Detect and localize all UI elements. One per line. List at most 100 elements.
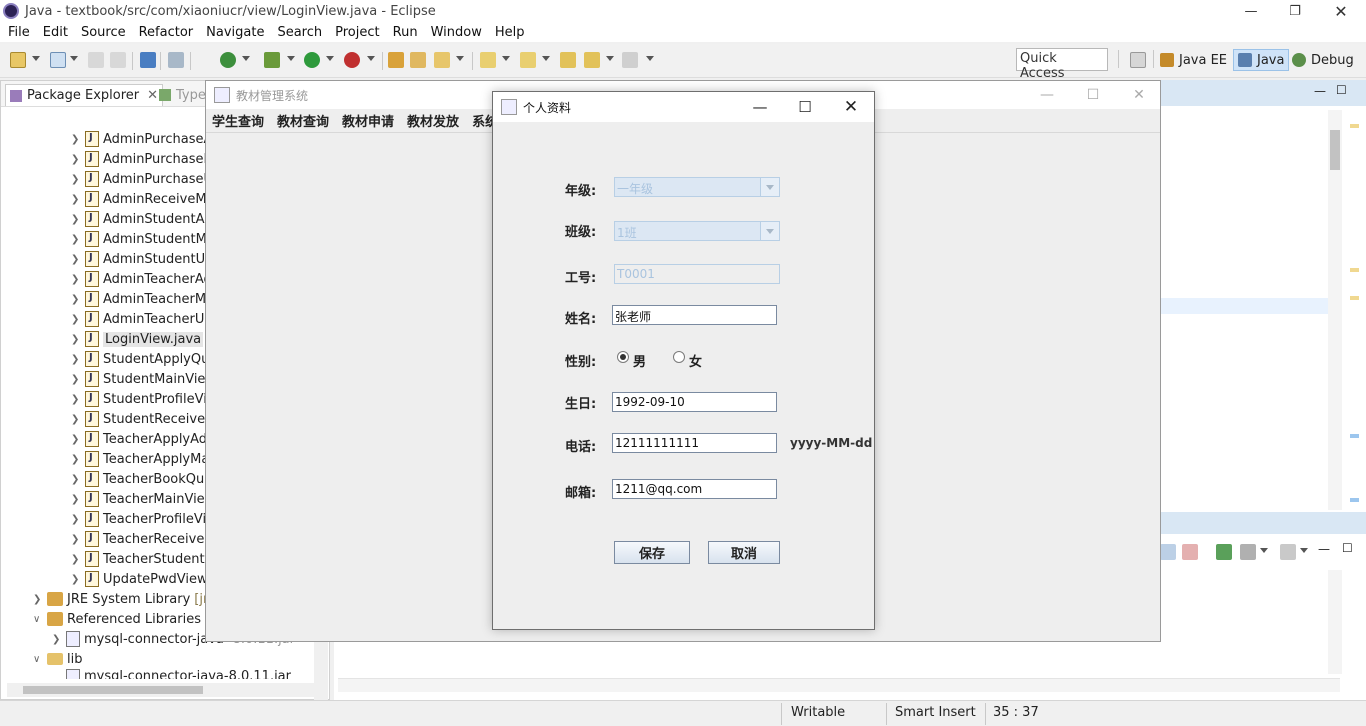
tree-item-jre[interactable]: ❯JRE System Library[jre1 [33, 589, 224, 609]
new-dropdown-icon[interactable] [32, 56, 40, 61]
external-tools-icon[interactable] [344, 52, 360, 68]
chevron-down-icon[interactable] [760, 178, 779, 196]
menu-window[interactable]: Window [426, 25, 487, 40]
chevron-down-icon[interactable] [502, 56, 510, 61]
tree-item[interactable]: ❯ TeacherProfileVie [71, 509, 214, 529]
chevron-right-icon[interactable]: ❯ [71, 294, 83, 305]
menu-book-apply[interactable]: 教材申请 [342, 111, 394, 130]
chevron-down-icon[interactable] [287, 56, 295, 61]
open-folder-icon[interactable] [410, 52, 426, 68]
new-project-icon[interactable] [50, 52, 66, 68]
warning-marker[interactable] [1350, 268, 1359, 272]
forward-icon[interactable] [622, 52, 638, 68]
close-button[interactable]: ✕ [1318, 0, 1364, 22]
chevron-down-icon[interactable] [367, 56, 375, 61]
tree-item[interactable]: ❯ TeacherStudentM [71, 549, 216, 569]
console-icon[interactable] [140, 52, 156, 68]
save-icon[interactable] [88, 52, 104, 68]
pin-console-icon[interactable] [1216, 544, 1232, 560]
tree-item[interactable]: ❯ StudentApplyQue [71, 349, 217, 369]
remove-launch-icon[interactable] [1182, 544, 1198, 560]
tree-item[interactable]: ❯ StudentProfileVie [71, 389, 215, 409]
chevron-right-icon[interactable]: ❯ [71, 334, 83, 345]
tree-item-selected[interactable]: ❯ LoginView.java [71, 329, 204, 349]
chevron-right-icon[interactable]: ❯ [71, 414, 83, 425]
close-icon[interactable]: ✕ [147, 88, 158, 103]
grade-combobox[interactable]: 一年级 [614, 177, 780, 197]
class-combobox[interactable]: 1班 [614, 221, 780, 241]
display-console-icon[interactable] [1240, 544, 1256, 560]
chevron-down-icon[interactable] [326, 56, 334, 61]
menu-refactor[interactable]: Refactor [134, 25, 199, 40]
gender-male-radio[interactable] [617, 351, 629, 363]
run-icon[interactable] [304, 52, 320, 68]
birthday-field[interactable]: 1992-09-10 [612, 392, 777, 412]
scrollbar-thumb[interactable] [1330, 130, 1340, 170]
chevron-right-icon[interactable]: ❯ [71, 454, 83, 465]
debug-icon[interactable] [264, 52, 280, 68]
id-field[interactable]: T0001 [614, 264, 780, 284]
chevron-right-icon[interactable]: ❯ [33, 594, 45, 605]
menu-project[interactable]: Project [330, 25, 384, 40]
maximize-view-icon[interactable]: ☐ [1336, 83, 1347, 97]
minimize-button[interactable]: — [1228, 0, 1274, 22]
chevron-right-icon[interactable]: ❯ [71, 514, 83, 525]
chevron-right-icon[interactable]: ❯ [71, 194, 83, 205]
maximize-button[interactable]: ☐ [1070, 84, 1116, 106]
close-button[interactable]: ✕ [1116, 84, 1162, 106]
chevron-right-icon[interactable]: ❯ [71, 394, 83, 405]
tree-item[interactable]: ❯ AdminTeacherUp [71, 309, 213, 329]
maximize-view-icon[interactable]: ☐ [1342, 541, 1353, 555]
menu-file[interactable]: File [3, 25, 35, 40]
chevron-right-icon[interactable]: ❯ [71, 474, 83, 485]
tree-item-referenced-libraries[interactable]: ∨ Referenced Libraries [33, 609, 201, 629]
chevron-right-icon[interactable]: ❯ [71, 274, 83, 285]
menu-student-query[interactable]: 学生查询 [212, 111, 264, 130]
chevron-right-icon[interactable]: ❯ [71, 214, 83, 225]
minimize-button[interactable]: — [738, 96, 782, 118]
chevron-right-icon[interactable]: ❯ [71, 314, 83, 325]
clear-console-icon[interactable] [1160, 544, 1176, 560]
scrollbar-thumb[interactable] [23, 686, 203, 694]
occurrence-marker[interactable] [1350, 434, 1359, 438]
chevron-down-icon[interactable] [542, 56, 550, 61]
last-edit-icon[interactable] [560, 52, 576, 68]
menu-book-distribute[interactable]: 教材发放 [407, 111, 459, 130]
tab-type-hierarchy[interactable]: Type [159, 84, 206, 106]
menu-help[interactable]: Help [490, 25, 530, 40]
tree-item[interactable]: ❯ AdminTeacherMa [71, 289, 214, 309]
chevron-right-icon[interactable]: ❯ [71, 534, 83, 545]
prev-annotation-icon[interactable] [520, 52, 536, 68]
tree-item-lib[interactable]: ∨ lib [33, 649, 82, 669]
save-button[interactable]: 保存 [614, 541, 690, 564]
tree-item[interactable]: ❯ TeacherReceiveM [71, 529, 216, 549]
chevron-right-icon[interactable]: ❯ [71, 234, 83, 245]
perspective-java[interactable]: Java [1233, 49, 1290, 71]
menu-navigate[interactable]: Navigate [201, 25, 269, 40]
chevron-down-icon[interactable] [1300, 548, 1308, 553]
refresh-icon[interactable] [220, 52, 236, 68]
tree-item[interactable]: ❯ AdminStudentAdd [71, 209, 221, 229]
chevron-right-icon[interactable]: ❯ [71, 134, 83, 145]
warning-marker[interactable] [1350, 296, 1359, 300]
tree-item[interactable]: ❯ TeacherApplyAdd [71, 429, 215, 449]
console-horizontal-scrollbar[interactable] [338, 678, 1340, 692]
email-field[interactable]: 1211@qq.com [612, 479, 777, 499]
new-icon[interactable] [10, 52, 26, 68]
open-perspective-icon[interactable] [1130, 52, 1146, 68]
editor-vertical-scrollbar[interactable] [1328, 110, 1342, 510]
perspective-java-ee[interactable]: Java EE [1156, 49, 1231, 71]
chevron-right-icon[interactable]: ❯ [71, 494, 83, 505]
minimize-view-icon[interactable]: — [1318, 542, 1330, 556]
chevron-right-icon[interactable]: ❯ [71, 354, 83, 365]
maximize-button[interactable]: ☐ [783, 96, 827, 118]
chevron-down-icon[interactable] [606, 56, 614, 61]
next-annotation-icon[interactable] [480, 52, 496, 68]
tree-item[interactable]: ❯ TeacherMainView [71, 489, 215, 509]
chevron-right-icon[interactable]: ❯ [71, 254, 83, 265]
chevron-right-icon[interactable]: ❯ [71, 374, 83, 385]
tree-item-lib-jar[interactable]: mysql-connector-java-8.0.11.jar [52, 669, 291, 679]
chevron-right-icon[interactable]: ❯ [71, 154, 83, 165]
chevron-down-icon[interactable]: ∨ [33, 614, 45, 625]
tree-item[interactable]: ❯ AdminPurchaseM [71, 149, 215, 169]
